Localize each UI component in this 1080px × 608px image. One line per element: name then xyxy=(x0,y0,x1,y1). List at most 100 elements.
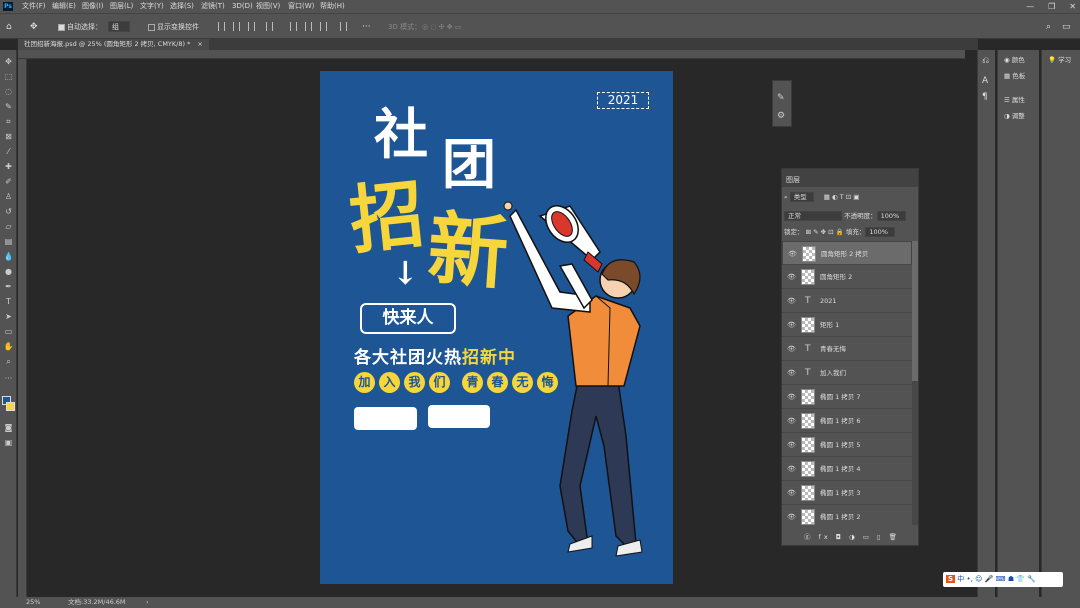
menu-filter[interactable]: 滤镜(T) xyxy=(201,0,225,13)
marquee-tool-icon[interactable]: ⬚ xyxy=(3,71,14,82)
title-char-tuan[interactable]: 团 xyxy=(442,137,496,191)
status-arrow-icon[interactable]: › xyxy=(146,597,149,608)
auto-select-dropdown[interactable]: 组 xyxy=(108,21,130,33)
layers-footer-icons[interactable]: ⓖ fx ◘ ◑ ▭ ▯ 🗑 xyxy=(804,531,900,541)
visibility-eye-icon[interactable]: 👁 xyxy=(787,289,796,313)
menu-view[interactable]: 视图(V) xyxy=(256,0,280,13)
align-top-icon[interactable] xyxy=(266,22,273,31)
shape-tool-icon[interactable]: ▭ xyxy=(3,326,14,337)
layer-row[interactable]: 👁 椭圆 1 拷贝 3 xyxy=(782,481,912,505)
doc-size[interactable]: 文档:33.2M/46.6M xyxy=(68,597,126,608)
screen-mode-icon[interactable]: ▣ xyxy=(3,437,14,448)
search-icon[interactable]: ⌕ xyxy=(1046,21,1051,33)
brush-settings-icon[interactable]: ✎ xyxy=(777,93,785,103)
learn-panel-tab[interactable]: 💡 学习 xyxy=(1048,54,1071,64)
background-color-swatch[interactable] xyxy=(6,402,15,411)
layer-row[interactable]: 👁 矩形 1 xyxy=(782,313,912,337)
layer-name[interactable]: 椭圆 1 拷贝 5 xyxy=(820,433,860,457)
visibility-eye-icon[interactable]: 👁 xyxy=(787,481,796,505)
layer-row[interactable]: 👁 椭圆 1 拷贝 5 xyxy=(782,433,912,457)
crop-tool-icon[interactable]: ⌗ xyxy=(3,116,14,127)
visibility-eye-icon[interactable]: 👁 xyxy=(787,505,796,525)
layer-row[interactable]: 👁 圆角矩形 2 xyxy=(782,265,912,289)
ime-toolbar[interactable]: S 中 •, ☺ 🎤 ⌨ ☗ 👕 🔧 xyxy=(943,572,1063,587)
megaphone-person-illustration[interactable] xyxy=(500,196,670,566)
minimize-button[interactable]: — xyxy=(1026,0,1034,13)
fill-value[interactable]: 100% xyxy=(865,227,895,237)
ime-icons[interactable]: 中 •, ☺ 🎤 ⌨ ☗ 👕 🔧 xyxy=(957,575,1036,583)
menu-select[interactable]: 选择(S) xyxy=(170,0,194,13)
workspace-icon[interactable]: ▭ xyxy=(1062,21,1071,33)
eraser-tool-icon[interactable]: ▱ xyxy=(3,221,14,232)
magic-wand-icon[interactable]: ✎ xyxy=(3,101,14,112)
frame-tool-icon[interactable]: ⊠ xyxy=(3,131,14,142)
visibility-eye-icon[interactable]: 👁 xyxy=(787,385,796,409)
align-right-icon[interactable] xyxy=(248,22,255,31)
layer-row[interactable]: 👁 T 青春无悔 xyxy=(782,337,912,361)
menu-help[interactable]: 帮助(H) xyxy=(320,0,345,13)
layer-name[interactable]: 青春无悔 xyxy=(820,337,846,361)
visibility-eye-icon[interactable]: 👁 xyxy=(787,337,796,361)
layer-name[interactable]: 加入我们 xyxy=(820,361,846,385)
paragraph-icon[interactable]: ¶ xyxy=(982,92,988,102)
blend-mode-dropdown[interactable]: 正常 不透明度： 100% xyxy=(784,210,907,221)
close-button[interactable]: ✕ xyxy=(1069,0,1076,13)
home-icon[interactable]: ⌂ xyxy=(6,21,12,33)
layer-row[interactable]: 👁 椭圆 1 拷贝 2 xyxy=(782,505,912,525)
filter-icons[interactable]: ▦ ◐ T ⊡ ▣ xyxy=(824,193,860,201)
distribute-2-icon[interactable] xyxy=(305,22,312,31)
quick-mask-icon[interactable]: ◙ xyxy=(3,422,14,433)
document-tab[interactable]: 社团招新海报.psd @ 25% (圆角矩形 2 拷贝, CMYK/8) * × xyxy=(18,39,209,50)
recruit-tagline[interactable]: 各大社团火热招新中 xyxy=(354,343,516,368)
character-icon[interactable]: A xyxy=(982,76,988,86)
visibility-eye-icon[interactable]: 👁 xyxy=(788,242,797,266)
layer-row[interactable]: 👁 椭圆 1 拷贝 6 xyxy=(782,409,912,433)
distribute-3-icon[interactable] xyxy=(320,22,327,31)
restore-button[interactable]: ❐ xyxy=(1048,0,1055,13)
auto-select-checkbox[interactable]: 自动选择： xyxy=(58,21,102,33)
pen-tool-icon[interactable]: ✒ xyxy=(3,281,14,292)
align-center-icon[interactable] xyxy=(233,22,240,31)
menu-edit[interactable]: 编辑(E) xyxy=(52,0,76,13)
visibility-eye-icon[interactable]: 👁 xyxy=(787,433,796,457)
layer-row[interactable]: 👁 T 2021 xyxy=(782,289,912,313)
brush-tool-icon[interactable]: ✐ xyxy=(3,176,14,187)
stamp-tool-icon[interactable]: ♙ xyxy=(3,191,14,202)
3d-orbit-icon[interactable]: ◎ ◌ ✣ ✥ ▭ xyxy=(422,21,461,33)
visibility-eye-icon[interactable]: 👁 xyxy=(787,361,796,385)
layer-row[interactable]: 👁 椭圆 1 拷贝 7 xyxy=(782,385,912,409)
history-brush-icon[interactable]: ↺ xyxy=(3,206,14,217)
type-tool-icon[interactable]: T xyxy=(3,296,14,307)
eyedropper-icon[interactable]: ⁄ xyxy=(3,146,14,157)
rounded-rect-2[interactable] xyxy=(354,407,417,430)
visibility-eye-icon[interactable]: 👁 xyxy=(787,457,796,481)
circle-char[interactable]: 青 xyxy=(462,372,483,393)
layer-row[interactable]: 👁 T 加入我们 xyxy=(782,361,912,385)
swatches-panel-tab[interactable]: ▦ 色板 xyxy=(1004,70,1025,80)
more-tools-icon[interactable]: ··· xyxy=(3,373,14,384)
layers-scrollbar[interactable] xyxy=(912,241,918,525)
kuai-lai-ren-badge[interactable]: 快来人 xyxy=(360,303,456,334)
gradient-tool-icon[interactable]: ▤ xyxy=(3,236,14,247)
layer-name[interactable]: 圆角矩形 2 拷贝 xyxy=(821,242,868,266)
menu-file[interactable]: 文件(F) xyxy=(22,0,46,13)
menu-image[interactable]: 图像(I) xyxy=(82,0,104,13)
visibility-eye-icon[interactable]: 👁 xyxy=(787,313,796,337)
layer-name[interactable]: 2021 xyxy=(820,289,837,313)
circle-char[interactable]: 我 xyxy=(404,372,425,393)
history-icon[interactable]: ⎌ xyxy=(982,56,989,66)
title-char-she[interactable]: 社 xyxy=(374,107,428,161)
show-transform-checkbox[interactable]: 显示变换控件 xyxy=(148,21,199,33)
distribute-4-icon[interactable] xyxy=(340,22,347,31)
dodge-tool-icon[interactable]: ● xyxy=(3,266,14,277)
move-tool-icon[interactable]: ✥ xyxy=(30,21,38,33)
lasso-tool-icon[interactable]: ◌ xyxy=(3,86,14,97)
visibility-eye-icon[interactable]: 👁 xyxy=(787,409,796,433)
menu-3d[interactable]: 3D(D) xyxy=(232,0,253,13)
layer-name[interactable]: 矩形 1 xyxy=(820,313,839,337)
visibility-eye-icon[interactable]: 👁 xyxy=(787,265,796,289)
layer-name[interactable]: 椭圆 1 拷贝 6 xyxy=(820,409,860,433)
layer-row[interactable]: 👁 圆角矩形 2 拷贝 xyxy=(782,241,912,265)
more-options-button[interactable]: ··· xyxy=(362,21,371,33)
distribute-1-icon[interactable] xyxy=(290,22,297,31)
